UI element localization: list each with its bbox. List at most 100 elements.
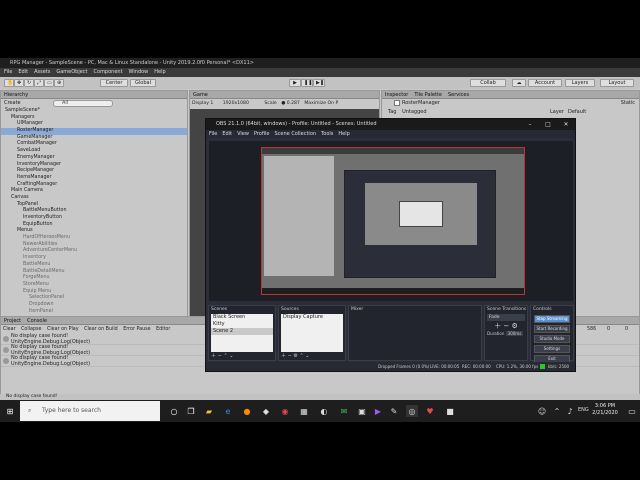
move-up-icon[interactable]: ⌃ (223, 353, 227, 359)
rect-tool-button[interactable]: ▭ (44, 79, 54, 87)
app-icon-badge[interactable]: ▣ (356, 405, 368, 417)
hierarchy-item[interactable]: ItemPanel (1, 309, 187, 316)
hierarchy-item[interactable]: HardOfHeroesMenu (1, 235, 187, 242)
game-scale-slider[interactable]: ● (281, 101, 285, 106)
maximize-icon[interactable]: □ (539, 119, 557, 130)
menu-file[interactable]: File (0, 69, 12, 75)
console-collapse-button[interactable]: Collapse (21, 327, 41, 332)
pause-button[interactable]: ❚❚ (301, 79, 313, 87)
collab-button[interactable]: Collab (470, 79, 506, 87)
menu-assets[interactable]: Assets (34, 69, 50, 75)
layer-dropdown[interactable]: Default (568, 108, 586, 116)
add-scene-icon[interactable]: ＋ (211, 353, 216, 359)
console-clear-on-play-button[interactable]: Clear on Play (47, 327, 79, 332)
edge-icon[interactable]: e (222, 405, 234, 417)
notification-icon[interactable]: ▭ (626, 405, 638, 417)
taskbar-clock[interactable]: 3:06 PM 2/21/2020 (590, 403, 620, 417)
hierarchy-create-button[interactable]: Create (4, 100, 21, 106)
start-recording-button[interactable]: Start Recording (534, 325, 570, 333)
hierarchy-item[interactable]: StoreMenu (1, 282, 187, 289)
tab-inspector[interactable]: Inspector (385, 92, 408, 98)
tab-services[interactable]: Services (448, 92, 469, 98)
menu-gameobject[interactable]: GameObject (56, 69, 87, 75)
tab-game[interactable]: Game (193, 92, 208, 98)
menu-window[interactable]: Window (129, 69, 149, 75)
menu-component[interactable]: Component (94, 69, 123, 75)
app-icon-tool[interactable]: ✎ (388, 405, 400, 417)
static-toggle[interactable]: Static (621, 99, 635, 108)
obs-menu-scene-collection[interactable]: Scene Collection (274, 131, 316, 137)
inspector-object-name[interactable]: RosterManager (402, 100, 440, 106)
console-log-count[interactable]: 586 (587, 325, 596, 334)
rotate-tool-button[interactable]: ↻ (24, 79, 34, 87)
layout-dropdown[interactable]: Layout (600, 79, 634, 87)
transform-tool-button[interactable]: ⊕ (54, 79, 64, 87)
settings-button[interactable]: Settings (534, 345, 570, 353)
menu-edit[interactable]: Edit (18, 69, 28, 75)
windows-start-icon[interactable]: ⊞ (4, 405, 16, 417)
close-icon[interactable]: ✕ (557, 119, 575, 130)
obs-menu-help[interactable]: Help (338, 131, 349, 137)
source-down-icon[interactable]: ⌄ (305, 353, 309, 359)
remove-transition-icon[interactable]: − (503, 322, 509, 330)
game-display-dropdown[interactable]: Display 1 (192, 101, 213, 106)
hierarchy-item[interactable]: BattleMenu (1, 262, 187, 269)
hierarchy-item[interactable]: RecipeManager (1, 168, 187, 175)
obs-menu-tools[interactable]: Tools (321, 131, 333, 137)
console-clear-button[interactable]: Clear (3, 327, 16, 332)
game-maximize-toggle[interactable]: Maximize On P (304, 101, 338, 106)
hierarchy-item[interactable]: Main Camera (1, 188, 187, 195)
firefox-icon[interactable]: ● (241, 405, 253, 417)
duration-input[interactable]: 300ms (505, 331, 524, 336)
stop-streaming-button[interactable]: Stop Streaming (534, 315, 570, 323)
hierarchy-item[interactable]: Dropdown (1, 302, 187, 309)
pivot-toggle[interactable]: Center (100, 79, 128, 87)
hierarchy-item[interactable]: ForgeMenu (1, 275, 187, 282)
menu-help[interactable]: Help (154, 69, 165, 75)
app-icon-grid[interactable]: ▦ (298, 405, 310, 417)
console-editor-dropdown[interactable]: Editor (156, 327, 170, 332)
remove-source-icon[interactable]: − (288, 353, 292, 359)
layers-dropdown[interactable]: Layers (565, 79, 595, 87)
obs-taskbar-icon[interactable]: ◎ (406, 405, 418, 417)
tab-tile-palette[interactable]: Tile Palette (414, 92, 442, 98)
hierarchy-item[interactable]: Inventory (1, 255, 187, 262)
obs-preview[interactable] (209, 141, 573, 301)
cloud-icon[interactable]: ☁ (512, 79, 526, 87)
hand-tool-button[interactable]: ✋ (4, 79, 14, 87)
scene-item[interactable]: Black Screen (211, 314, 273, 321)
active-checkbox[interactable] (394, 100, 400, 106)
move-tool-button[interactable]: ✥ (14, 79, 24, 87)
hierarchy-item[interactable]: SelectionPanel (1, 295, 187, 302)
wechat-icon[interactable]: ✉ (338, 405, 350, 417)
console-clear-on-build-button[interactable]: Clear on Build (84, 327, 118, 332)
tray-chevron-icon[interactable]: ⌃ (551, 405, 563, 417)
add-transition-icon[interactable]: ＋ (494, 322, 501, 330)
hierarchy-item[interactable]: BattleMenuButton (1, 208, 187, 215)
hierarchy-item[interactable]: SaveLoad (1, 148, 187, 155)
scale-tool-button[interactable]: ⤢ (34, 79, 44, 87)
tab-project[interactable]: Project (4, 318, 21, 324)
taskbar-search[interactable]: ⌕ Type here to search (20, 401, 160, 421)
transition-type-dropdown[interactable]: Fade (487, 314, 525, 321)
move-down-icon[interactable]: ⌄ (229, 353, 233, 359)
task-view-icon[interactable]: ❐ (185, 405, 197, 417)
visual-studio-icon[interactable]: ▶ (372, 405, 384, 417)
source-up-icon[interactable]: ⌃ (299, 353, 303, 359)
source-settings-icon[interactable]: ⚙ (293, 353, 297, 359)
console-error-count[interactable]: 0 (625, 325, 628, 334)
hierarchy-search-input[interactable]: All (53, 100, 113, 107)
console-error-pause-button[interactable]: Error Pause (123, 327, 150, 332)
tab-console[interactable]: Console (27, 318, 47, 324)
obs-menu-view[interactable]: View (237, 131, 249, 137)
obs-menu-profile[interactable]: Profile (254, 131, 270, 137)
transition-settings-icon[interactable]: ⚙ (512, 322, 518, 330)
minimize-icon[interactable]: – (521, 119, 539, 130)
hierarchy-item[interactable]: InventoryButton (1, 215, 187, 222)
hierarchy-item[interactable]: Canvas (1, 195, 187, 202)
remove-scene-icon[interactable]: − (218, 353, 222, 359)
game-resolution-dropdown[interactable]: 1920x1080 (223, 101, 249, 106)
space-toggle[interactable]: Global (130, 79, 156, 87)
source-item[interactable]: Display Capture (281, 314, 343, 321)
language-indicator[interactable]: ENG (578, 407, 589, 413)
